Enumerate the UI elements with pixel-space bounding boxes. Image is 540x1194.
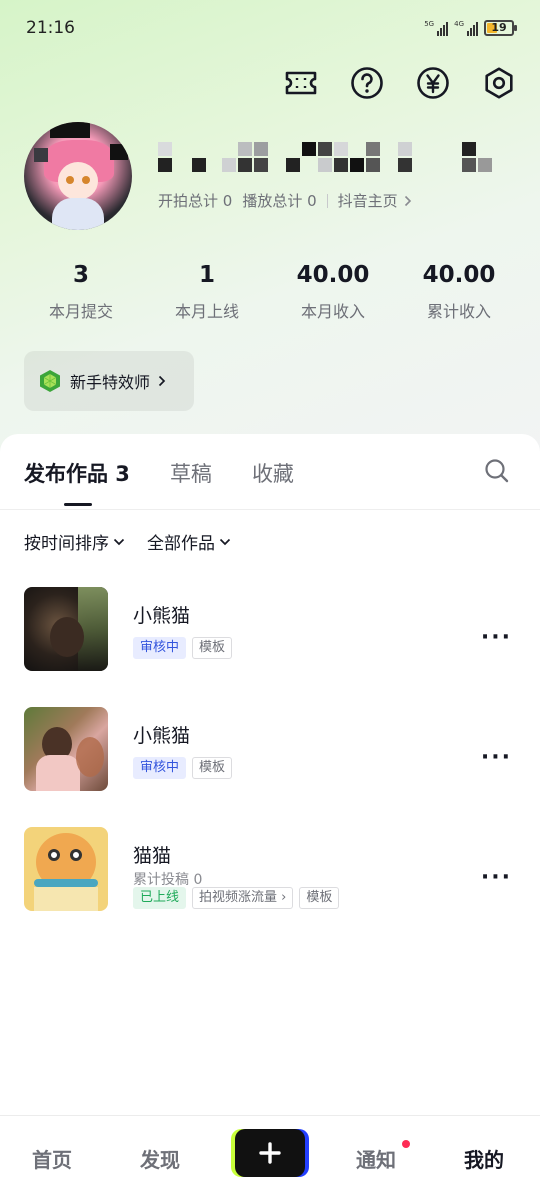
search-icon[interactable] [484,458,510,488]
work-title: 小熊猫 [133,605,191,627]
plus-icon [259,1142,281,1164]
battery-level: 19 [491,21,507,34]
more-options-icon[interactable]: ··· [481,625,512,650]
type-badge: 模板 [192,637,233,659]
create-button[interactable] [235,1129,305,1177]
settings-icon[interactable] [482,64,516,102]
tabs-divider [0,509,540,510]
work-title: 小熊猫 [133,725,191,747]
status-indicators: 5G 4G 19 [424,20,517,36]
more-options-icon[interactable]: ··· [481,865,512,890]
sort-dropdown[interactable]: 按时间排序 [24,529,125,554]
stat-monthly-online[interactable]: 1 本月上线 [144,262,270,322]
creator-level-badge[interactable]: 新手特效师 [24,351,194,411]
works-list: 小熊猫 审核中 模板 ··· 小熊猫 审核中 模板 ··· 猫猫 累计投稿 0 … [24,587,516,947]
work-title: 猫猫 [133,845,172,867]
tab-favorites[interactable]: 收藏 [252,458,294,488]
tab-drafts[interactable]: 草稿 [170,458,212,488]
stat-monthly-income[interactable]: 40.00 本月收入 [270,262,396,322]
status-badge: 已上线 [133,887,187,909]
chevron-right-icon [404,195,411,206]
nav-home[interactable]: 首页 [32,1144,72,1173]
stat-total-income[interactable]: 40.00 累计收入 [396,262,522,322]
work-tags: 审核中 模板 [133,757,233,779]
top-toolbar [284,64,516,102]
yen-icon[interactable] [416,64,450,102]
status-badge: 审核中 [133,637,187,659]
work-tags: 已上线 拍视频涨流量 › 模板 [133,887,340,909]
list-item[interactable]: 小熊猫 审核中 模板 ··· [24,587,516,707]
more-options-icon[interactable]: ··· [481,745,512,770]
profile-links: 开拍总计 0 播放总计 0 抖音主页 [158,190,412,211]
stat-monthly-submissions[interactable]: 3 本月提交 [18,262,144,322]
tab-published[interactable]: 发布作品 3 [24,458,130,506]
shoot-total: 开拍总计 0 [158,192,233,210]
works-panel: 发布作品 3 草稿 收藏 按时间排序 全部作品 小熊猫 审核中 模板 ··· 小… [0,434,540,1116]
nav-notifications[interactable]: 通知 [356,1144,396,1173]
link-divider [326,193,328,208]
nav-me[interactable]: 我的 [464,1144,504,1173]
status-badge: 审核中 [133,757,187,779]
bottom-nav: 首页 发现 通知 我的 [0,1115,540,1194]
status-time: 21:16 [26,18,75,38]
ticket-icon[interactable] [284,64,318,102]
chevron-right-icon [158,375,166,387]
list-item[interactable]: 猫猫 累计投稿 0 已上线 拍视频涨流量 › 模板 ··· [24,827,516,947]
work-submission-count: 累计投稿 0 [133,872,203,888]
battery-icon: 19 [484,20,517,36]
douyin-home-link[interactable]: 抖音主页 [338,190,412,211]
stats-row: 3 本月提交 1 本月上线 40.00 本月收入 40.00 累计收入 [18,262,522,322]
username-mosaic [158,142,498,176]
help-icon[interactable] [350,64,384,102]
play-total: 播放总计 0 [242,192,317,210]
signal-4g-icon: 4G [454,20,478,36]
category-dropdown[interactable]: 全部作品 [147,529,231,554]
chevron-down-icon [219,538,231,545]
type-badge: 模板 [192,757,233,779]
avatar[interactable] [24,122,132,230]
notification-dot [402,1140,410,1148]
list-item[interactable]: 小熊猫 审核中 模板 ··· [24,707,516,827]
status-bar: 21:16 5G 4G 19 [0,0,540,60]
badge-label: 新手特效师 [70,373,151,392]
filter-bar: 按时间排序 全部作品 [24,529,231,554]
work-thumbnail [24,587,108,671]
signal-5g-icon: 5G [424,20,449,36]
work-tags: 审核中 模板 [133,637,233,659]
work-thumbnail [24,707,108,791]
nav-discover[interactable]: 发现 [140,1144,180,1173]
gem-icon [40,370,60,392]
chevron-down-icon [113,538,125,545]
works-tabs: 发布作品 3 草稿 收藏 [24,458,334,506]
boost-traffic-link[interactable]: 拍视频涨流量 › [192,887,294,909]
type-badge: 模板 [299,887,340,909]
work-thumbnail [24,827,108,911]
